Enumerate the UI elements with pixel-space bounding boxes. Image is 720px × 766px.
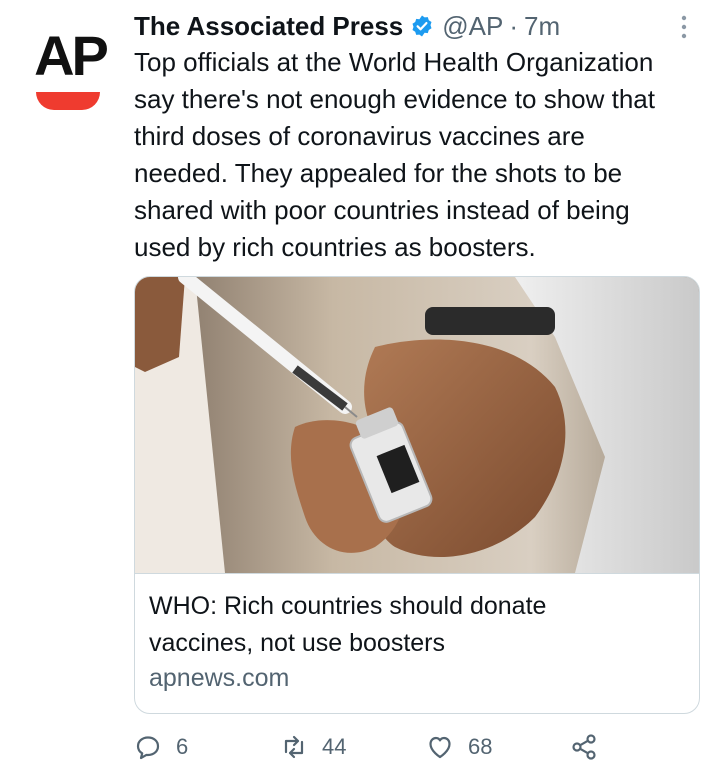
- reply-icon: [136, 736, 160, 760]
- card-image: [135, 277, 699, 573]
- avatar-logo-text: AP: [34, 24, 109, 87]
- card-title-line: vaccines, not use boosters: [149, 629, 445, 657]
- avatar[interactable]: AP: [26, 26, 114, 114]
- reply-button[interactable]: 6: [134, 728, 188, 766]
- verified-badge-icon: [412, 15, 432, 37]
- tweet-text-line: third doses of coronavirus vaccines are: [134, 121, 585, 151]
- tweet-header: The Associated Press @AP · 7m: [134, 10, 560, 42]
- tweet-text: Top officials at the World Health Organi…: [134, 44, 704, 266]
- reply-count: 6: [176, 734, 189, 759]
- card-body[interactable]: WHO: Rich countries should donate vaccin…: [135, 573, 699, 713]
- retweet-icon: [284, 735, 304, 759]
- card-title[interactable]: WHO: Rich countries should donate vaccin…: [149, 588, 689, 662]
- handle[interactable]: @AP: [442, 11, 503, 42]
- tweet-actions: 6 44 68: [134, 728, 634, 766]
- separator-dot: ·: [509, 10, 519, 41]
- tweet-text-line: needed. They appealed for the shots to b…: [134, 158, 623, 188]
- timestamp[interactable]: 7m: [524, 11, 560, 42]
- card-title-line: WHO: Rich countries should donate: [149, 592, 547, 620]
- retweet-button[interactable]: 44: [280, 728, 346, 766]
- like-count: 68: [468, 734, 493, 759]
- heart-icon: [429, 736, 451, 759]
- tweet-text-line: used by rich countries as boosters.: [134, 232, 536, 262]
- tweet-text-line: shared with poor countries instead of be…: [134, 195, 630, 225]
- card-domain[interactable]: apnews.com: [149, 664, 289, 693]
- retweet-count: 44: [322, 734, 347, 759]
- avatar-logo-swoosh: [36, 92, 100, 110]
- share-icon: [572, 734, 596, 760]
- tweet-text-line: Top officials at the World Health Organi…: [134, 47, 654, 77]
- tweet-text-line: say there's not enough evidence to show …: [134, 84, 655, 114]
- share-button[interactable]: [570, 728, 598, 766]
- display-name[interactable]: The Associated Press: [134, 11, 403, 42]
- like-button[interactable]: 68: [426, 728, 492, 766]
- link-card[interactable]: WHO: Rich countries should donate vaccin…: [134, 276, 700, 714]
- tweet[interactable]: AP The Associated Press @AP · 7m Top off…: [0, 0, 720, 766]
- more-vertical-icon[interactable]: [676, 14, 692, 40]
